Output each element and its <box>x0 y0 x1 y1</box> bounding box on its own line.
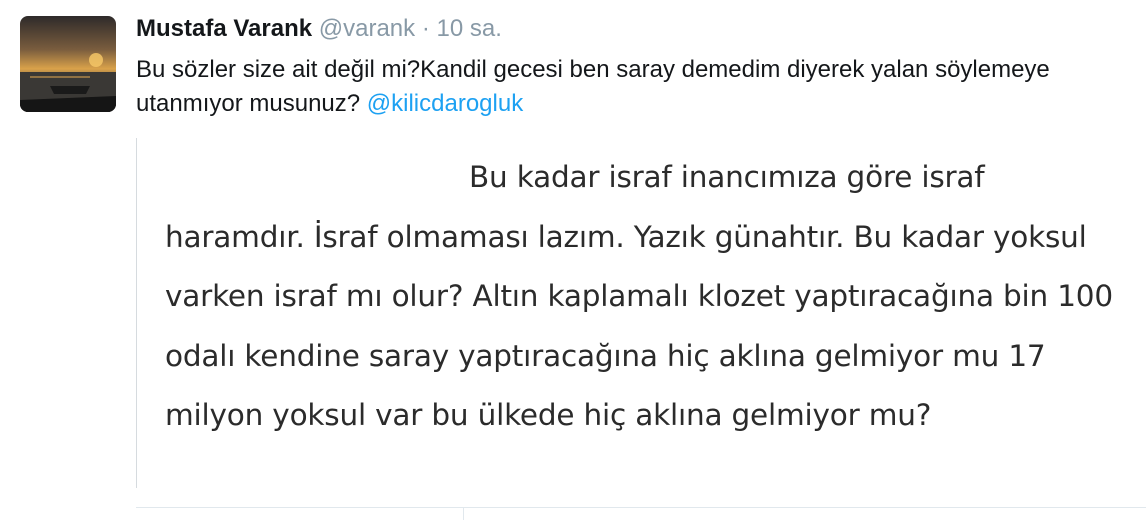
image-text-rest: haramdır. İsraf olmaması lazım. Yazık gü… <box>165 219 1113 433</box>
tweet-header: Mustafa Varank @varank · 10 sa. <box>136 14 502 44</box>
image-text-line-1: Bu kadar israf inancımıza göre israf <box>469 160 985 194</box>
image-text: Bu kadar israf inancımıza göre israf har… <box>165 148 1135 446</box>
separator: · <box>421 15 430 42</box>
avatar-photo <box>20 16 116 112</box>
divider <box>136 507 1146 508</box>
mention-link[interactable]: @kilicdarogluk <box>367 90 523 117</box>
divider <box>463 507 464 520</box>
timestamp[interactable]: 10 sa. <box>437 15 502 42</box>
author-name[interactable]: Mustafa Varank <box>136 15 312 42</box>
tweet-media-image[interactable]: Bu kadar israf inancımıza göre israf har… <box>136 138 1146 488</box>
avatar[interactable] <box>20 16 116 112</box>
tweet-body: Bu sözler size ait değil mi?Kandil geces… <box>136 56 1050 117</box>
author-handle[interactable]: @varank <box>319 15 415 42</box>
tweet-text: Bu sözler size ait değil mi?Kandil geces… <box>136 53 1136 121</box>
